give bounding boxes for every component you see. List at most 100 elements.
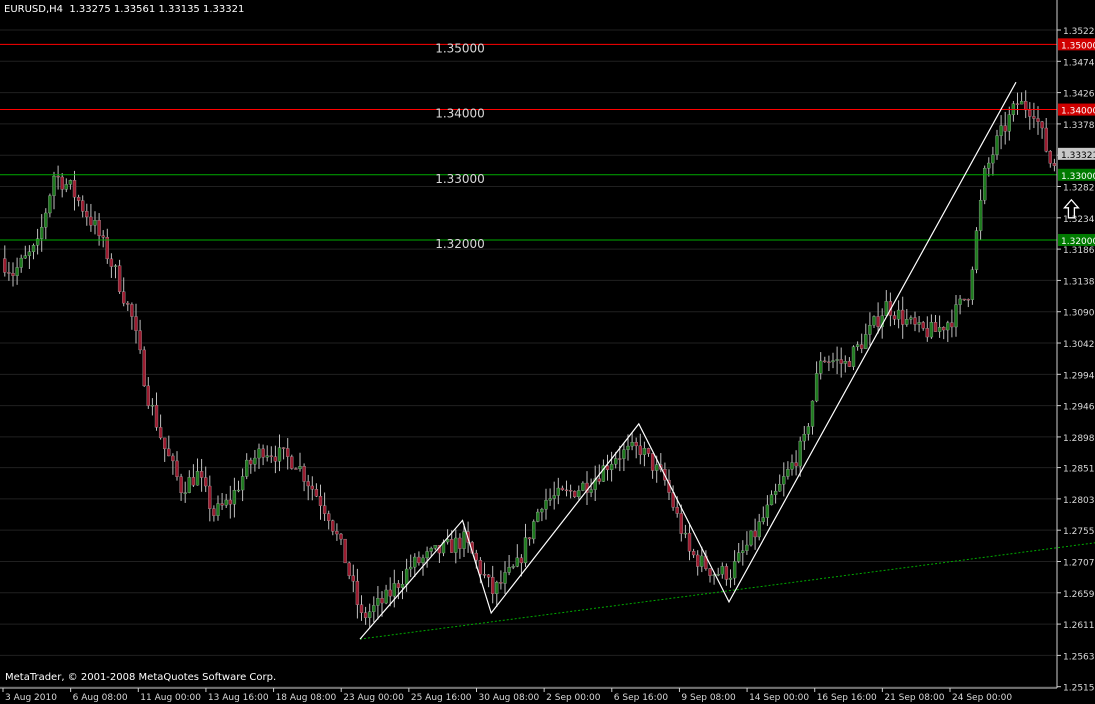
candle-body — [163, 437, 167, 450]
x-tick-label: 25 Aug 16:00 — [411, 693, 472, 703]
candle-body — [421, 557, 425, 564]
x-tick-label: 11 Aug 00:00 — [140, 693, 201, 703]
candle-body — [347, 562, 351, 576]
candle — [142, 346, 146, 387]
candle-body — [76, 197, 81, 201]
candle-body — [753, 530, 757, 538]
candle-body — [577, 490, 581, 498]
candle-body — [954, 304, 958, 328]
candle-body — [1044, 127, 1048, 152]
candle-body — [392, 583, 396, 597]
candle-body — [901, 309, 905, 325]
candle-body — [540, 509, 544, 513]
candle-body — [806, 426, 811, 435]
candle-body — [876, 316, 880, 327]
candle-body — [48, 195, 52, 214]
candle-body — [343, 538, 347, 564]
candle-body — [257, 448, 261, 459]
candle-body — [708, 568, 712, 576]
y-tick-label: 1.34260 — [1063, 90, 1095, 100]
candle-body — [404, 568, 409, 585]
y-tick-label: 1.30900 — [1063, 309, 1095, 319]
candle-body — [1007, 114, 1011, 132]
candle-body — [40, 227, 44, 239]
candle — [290, 454, 294, 470]
candle-body — [27, 251, 32, 256]
y-tick-label: 1.25150 — [1063, 684, 1095, 694]
x-tick-label: 24 Sep 00:00 — [952, 693, 1012, 703]
candle-body — [199, 471, 204, 478]
candle-body — [966, 299, 970, 301]
candle-body — [765, 504, 770, 518]
candle-body — [454, 537, 458, 553]
candle-body — [622, 449, 626, 459]
candle-body — [290, 456, 294, 469]
candle-body — [519, 557, 524, 564]
candle-body — [44, 212, 48, 228]
candle-body — [974, 230, 979, 270]
candle-body — [450, 539, 454, 553]
x-tick-label: 6 Aug 08:00 — [73, 693, 128, 703]
candle — [970, 266, 975, 305]
candle-body — [191, 477, 196, 486]
candle-body — [81, 200, 85, 212]
candle-body — [872, 316, 876, 326]
candle-body — [925, 328, 929, 338]
candle-body — [581, 482, 585, 491]
candle-body — [482, 574, 487, 576]
candle-body — [642, 448, 647, 455]
x-tick-label: 13 Aug 16:00 — [208, 693, 269, 703]
candle-body — [433, 545, 437, 549]
candle-body — [987, 162, 991, 169]
candle-body — [626, 445, 630, 450]
candle-body — [847, 361, 852, 367]
candle-body — [298, 466, 302, 470]
candle-body — [224, 499, 228, 506]
copyright-text: MetaTrader, © 2001-2008 MetaQuotes Softw… — [5, 672, 277, 683]
candle-body — [999, 125, 1003, 136]
x-tick-label: 21 Sep 08:00 — [884, 693, 944, 703]
candle-body — [277, 447, 282, 462]
candle-body — [220, 503, 224, 506]
y-tick-label: 1.25630 — [1063, 652, 1095, 662]
candle-body — [495, 582, 499, 594]
candle-body — [773, 490, 778, 495]
y-tick-label: 1.29460 — [1063, 403, 1095, 413]
candle-body — [511, 566, 515, 568]
candle-body — [696, 554, 700, 567]
candle-body — [921, 322, 925, 329]
candle-body — [724, 566, 729, 580]
candle-body — [995, 135, 999, 155]
candle-body — [1048, 151, 1052, 164]
candle-body — [720, 566, 724, 575]
candle — [851, 345, 856, 371]
candle-body — [573, 491, 577, 498]
candle-body — [281, 447, 286, 449]
y-tick-label: 1.26590 — [1063, 590, 1095, 600]
candle-body — [146, 385, 150, 406]
candle-body — [396, 583, 401, 588]
candle-body — [786, 469, 790, 477]
candle-body — [552, 495, 556, 499]
candle-body — [732, 561, 737, 579]
x-tick-label: 6 Sep 16:00 — [614, 693, 669, 703]
candle-body — [142, 349, 146, 387]
candle-body — [458, 537, 462, 549]
candle-body — [179, 476, 183, 494]
candle-body — [273, 456, 278, 462]
candle-body — [868, 325, 872, 335]
candle-body — [101, 235, 105, 238]
price-chart[interactable]: 1.35000 1.34000 1.33000 1.32000 1.35220 1.347… — [0, 0, 1095, 704]
candle-body — [1040, 121, 1044, 129]
candle-body — [1052, 163, 1057, 166]
candle-body — [1015, 103, 1020, 105]
candle-body — [860, 344, 864, 349]
candle-body — [314, 489, 319, 497]
candle-body — [154, 404, 159, 428]
candle-body — [1024, 101, 1028, 111]
candle-body — [130, 304, 134, 317]
candle-body — [269, 455, 273, 457]
y-tick-label: 1.33780 — [1063, 121, 1095, 131]
candle-body — [1028, 109, 1032, 117]
candle-body — [384, 589, 388, 604]
